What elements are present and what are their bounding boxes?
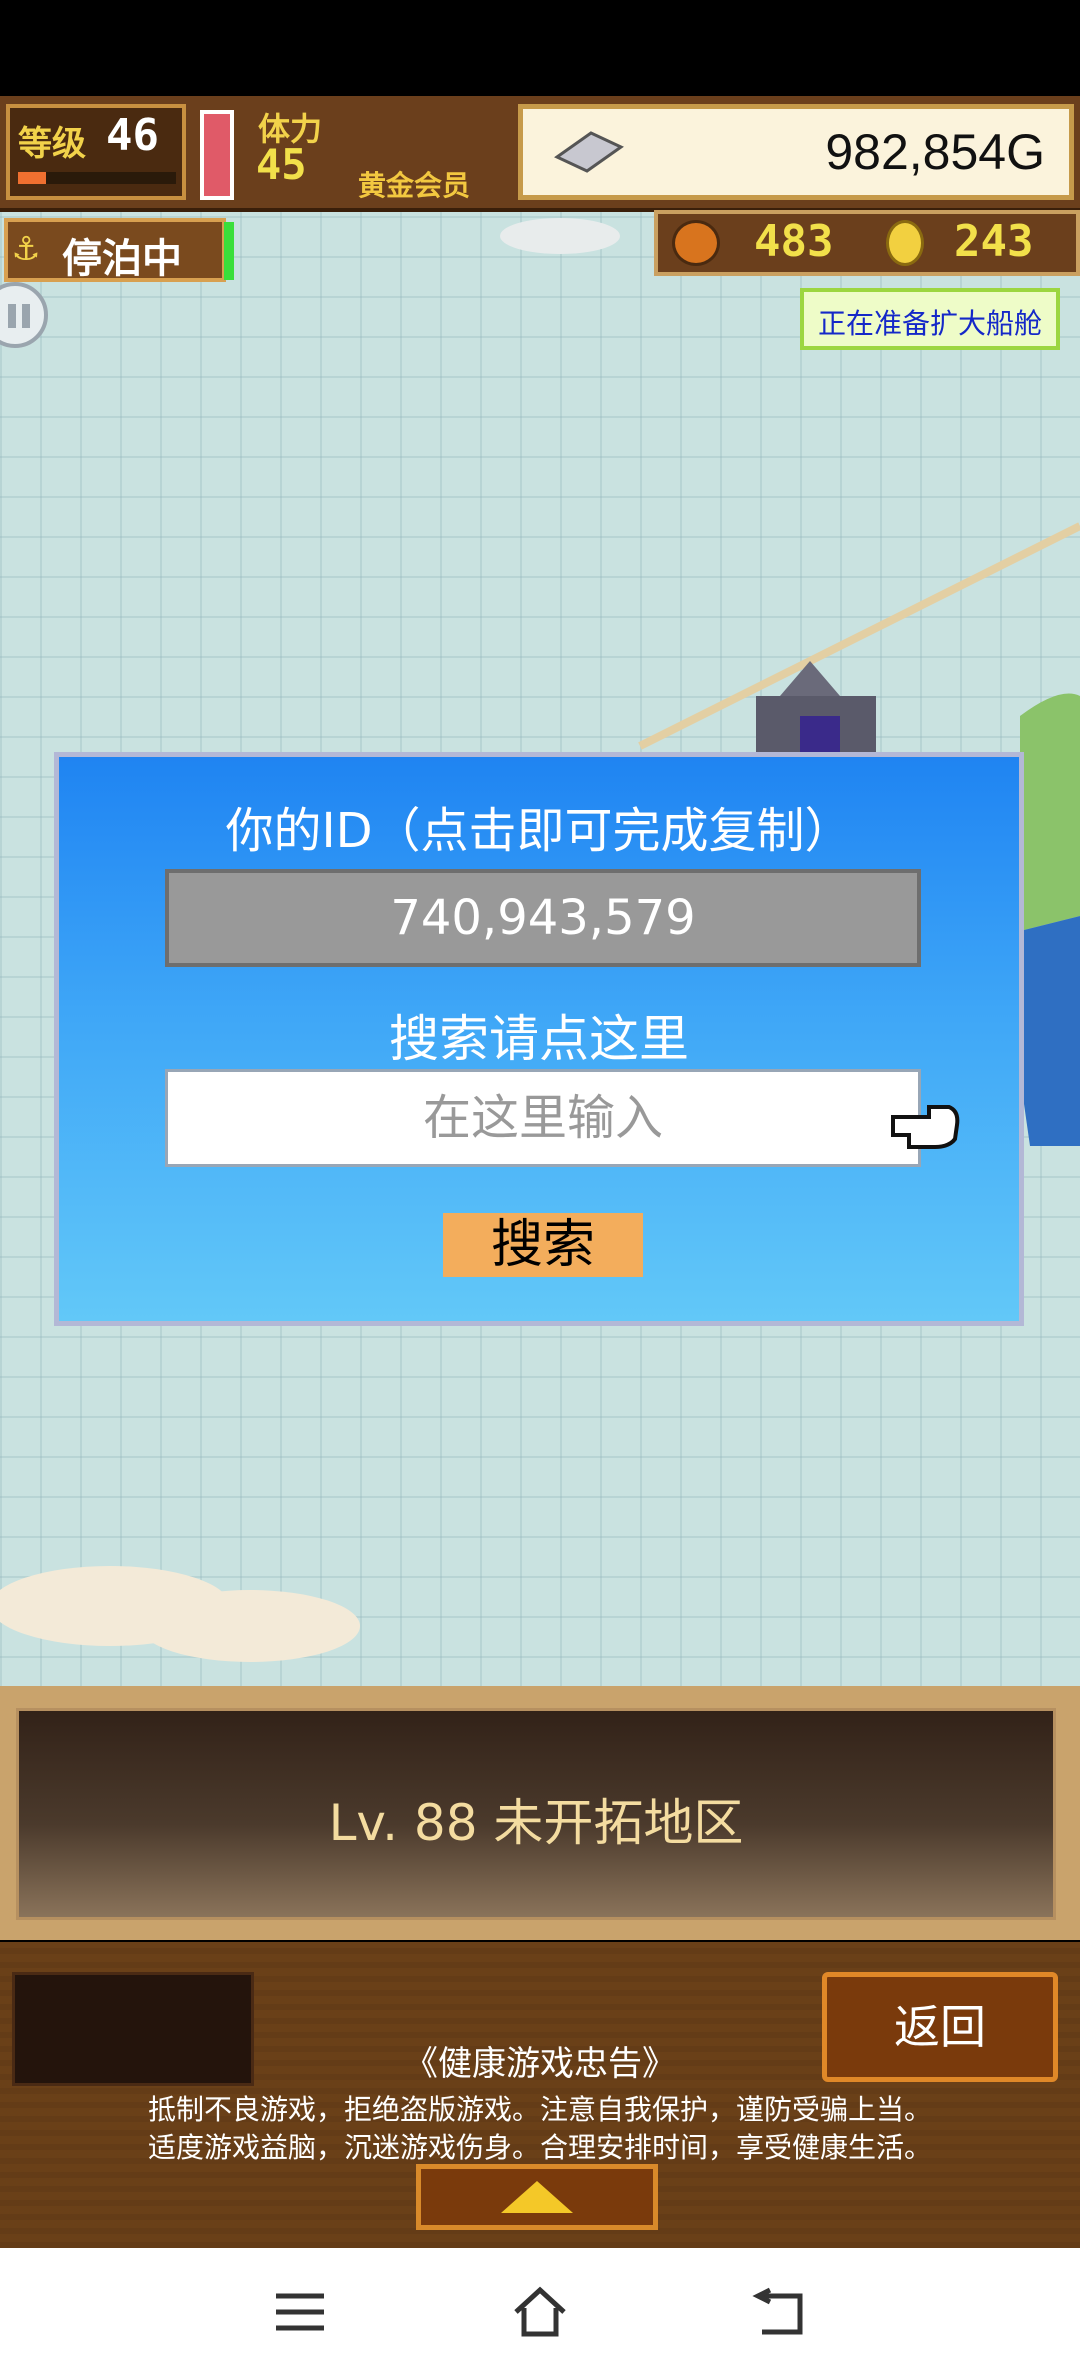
stamina-gauge <box>200 110 234 200</box>
member-label: 黄金会员 <box>358 169 471 202</box>
search-title: 搜索请点这里 <box>389 1010 689 1068</box>
search-input[interactable]: 在这里输入 <box>165 1069 921 1167</box>
level-label: 等级 <box>18 124 86 164</box>
status-bar <box>0 0 1080 96</box>
stamina-box: 体力 45 黄金会员 <box>248 104 510 202</box>
status-label: 停泊中 <box>62 236 182 282</box>
back-icon[interactable] <box>752 2286 808 2338</box>
stamina-value: 45 <box>256 140 307 189</box>
location-label: Lv. 88 未开拓地区 <box>328 1794 744 1852</box>
level-value: 46 <box>106 110 159 161</box>
level-box: 等级 46 <box>6 104 186 200</box>
status-box: ⚓ 停泊中 <box>4 218 226 282</box>
expand-panel-button[interactable] <box>416 2164 658 2230</box>
up-arrow-icon <box>501 2181 573 2213</box>
location-banner: Lv. 88 未开拓地区 <box>16 1708 1056 1920</box>
exp-bar <box>18 172 176 184</box>
food-icon <box>672 220 720 266</box>
silver-bar-icon <box>554 131 624 173</box>
id-field[interactable]: 740,943,579 <box>165 869 921 967</box>
resource-box: 483 243 <box>654 210 1080 276</box>
system-nav-bar <box>0 2248 1080 2376</box>
notice-line-2: 适度游戏益脑，沉迷游戏伤身。合理安排时间，享受健康生活。 <box>147 2131 932 2164</box>
food-value: 483 <box>754 216 834 267</box>
expand-label: 正在准备扩大船舱 <box>817 307 1042 340</box>
anchor-icon: ⚓ <box>14 224 39 270</box>
pause-icon <box>8 304 16 328</box>
coin-value: 243 <box>954 216 1034 267</box>
status-indicator <box>224 222 234 280</box>
notice-line-1: 抵制不良游戏，拒绝盗版游戏。注意自我保护，谨防受骗上当。 <box>147 2093 932 2126</box>
search-button[interactable]: 搜索 <box>443 1213 643 1277</box>
id-dialog: 你的ID（点击即可完成复制） 740,943,579 搜索请点这里 在这里输入 … <box>54 752 1024 1326</box>
back-button[interactable]: 返回 <box>822 1972 1058 2082</box>
menu-icon[interactable] <box>272 2286 328 2338</box>
money-box: 982,854G <box>518 104 1074 200</box>
coin-icon <box>886 220 924 266</box>
home-icon[interactable] <box>512 2286 568 2338</box>
money-value: 982,854G <box>825 124 1045 180</box>
id-title: 你的ID（点击即可完成复制） <box>225 803 853 859</box>
expand-cabin-notice[interactable]: 正在准备扩大船舱 <box>800 288 1060 350</box>
pointing-hand-icon <box>891 1105 960 1149</box>
